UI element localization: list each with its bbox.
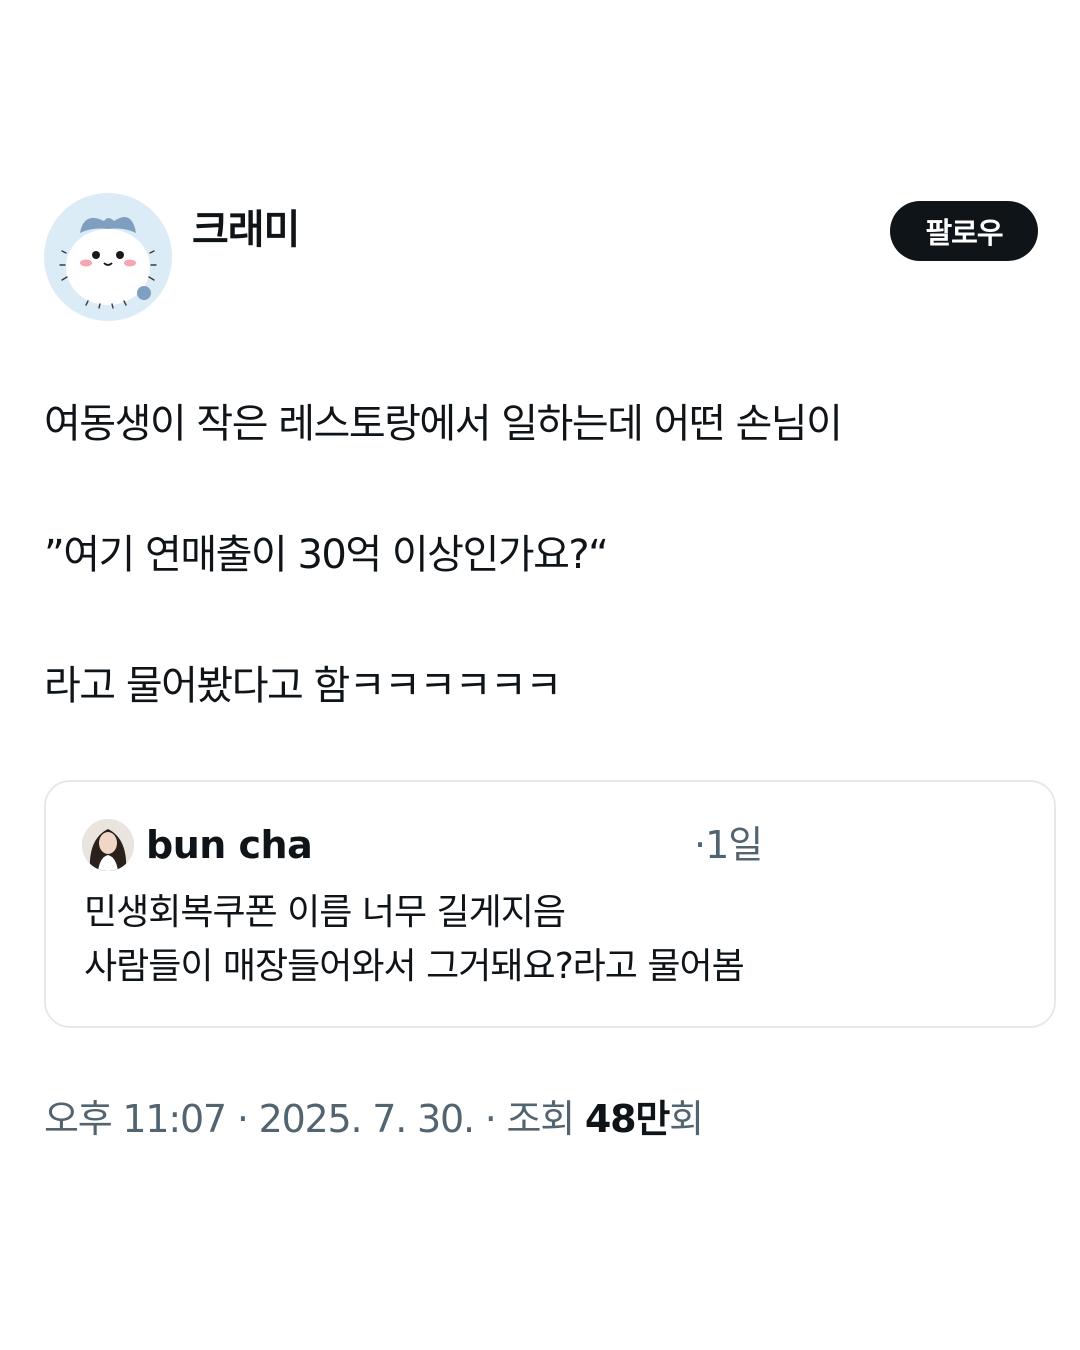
quoted-post-card[interactable]: bun cha ·1일 민생회복쿠폰 이름 너무 길게지음 사람들이 매장들어와…: [44, 780, 1056, 1028]
quoted-author-avatar[interactable]: [82, 819, 134, 871]
post-meta: 오후 11:07 · 2025. 7. 30. · 조회 48만회: [44, 1092, 704, 1146]
post-time[interactable]: 오후 11:07: [44, 1097, 227, 1141]
views-count[interactable]: 48만: [585, 1097, 670, 1141]
follow-button[interactable]: 팔로우: [890, 201, 1038, 261]
person-photo-icon: [82, 819, 134, 871]
post-text-line-1: 여동생이 작은 레스토랑에서 일하는데 어떤 손님이: [44, 401, 843, 447]
meta-separator: ·: [236, 1097, 249, 1141]
quoted-post-time: ·1일: [694, 823, 763, 867]
author-avatar[interactable]: [44, 193, 172, 321]
author-display-name[interactable]: 크래미: [192, 204, 300, 256]
post-text-line-3: 라고 물어봤다고 함ㅋㅋㅋㅋㅋㅋ: [44, 663, 562, 709]
post-date[interactable]: 2025. 7. 30.: [259, 1097, 475, 1141]
views-suffix: 회: [669, 1097, 704, 1141]
meta-separator: ·: [484, 1097, 497, 1141]
quoted-author-name[interactable]: bun cha: [146, 820, 313, 870]
quoted-text-line-2: 사람들이 매장들어와서 그거돼요?라고 물어봄: [84, 946, 745, 987]
fluffy-creature-icon: [44, 193, 172, 321]
post-text-line-2: ”여기 연매출이 30억 이상인가요?“: [44, 532, 609, 578]
views-label: 조회: [506, 1097, 576, 1141]
quoted-text-line-1: 민생회복쿠폰 이름 너무 길게지음: [84, 892, 566, 933]
